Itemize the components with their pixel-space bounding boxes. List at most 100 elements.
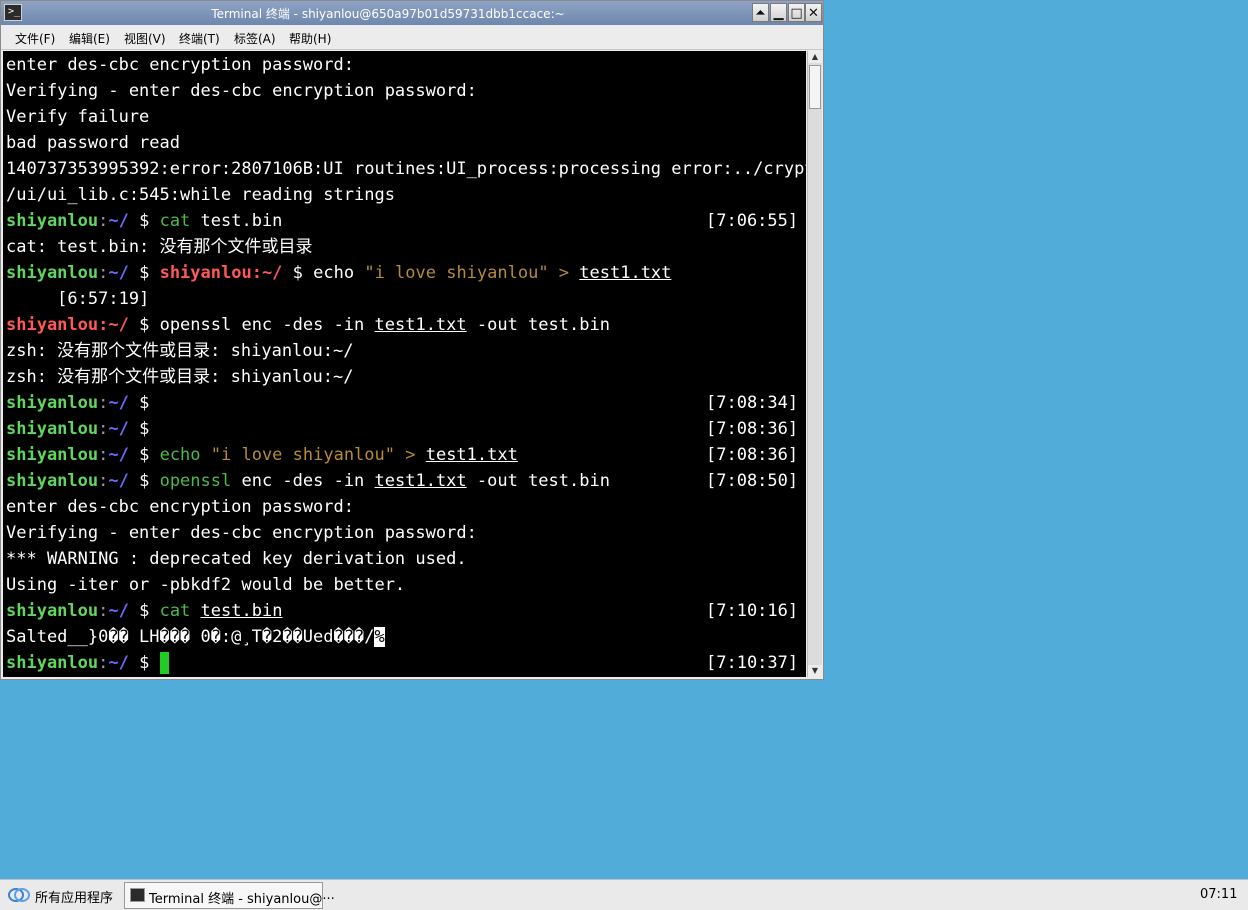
prompt-dollar: $ [128, 471, 160, 491]
command: openssl enc -des -in [159, 315, 375, 335]
menu-edit[interactable]: 编辑(E) [69, 30, 110, 47]
prompt-colon: : [98, 419, 109, 439]
prompt-line: shiyanlou:~/ $ cat test.bin [6, 598, 282, 624]
binary-output: Salted__}0�� LH��� 0�:@¸T�2��Ued���/ [6, 627, 375, 647]
terminal-output[interactable]: enter des-cbc encryption password: Verif… [3, 51, 806, 677]
prompt-line: shiyanlou:~/ $ [6, 390, 160, 416]
maximize-button[interactable]: □ [788, 3, 805, 22]
prompt-line: shiyanlou:~/ $ openssl enc -des -in test… [6, 312, 610, 338]
scroll-down-icon[interactable]: ▼ [808, 665, 822, 677]
scroll-up-icon[interactable]: ▲ [808, 51, 822, 63]
string-arg: "i love shiyanlou" [200, 445, 395, 465]
prompt-user: shiyanlou [6, 211, 99, 231]
close-button[interactable]: ✕ [805, 3, 822, 22]
timestamp: [7:08:50] [706, 471, 799, 491]
output-line: enter des-cbc encryption password: [6, 497, 354, 517]
prompt-line: shiyanlou:~/ $ shiyanlou:~/ $ echo "i lo… [6, 260, 671, 286]
prompt-dollar: $ [128, 211, 160, 231]
output-line: Verifying - enter des-cbc encryption pas… [6, 523, 477, 543]
output-line: Salted__}0�� LH��� 0�:@¸T�2��Ued���/% [6, 624, 385, 650]
prompt-path: ~/ [108, 471, 129, 491]
file-arg: test.bin [200, 601, 283, 621]
output-line: cat: test.bin: 没有那个文件或目录 [6, 237, 313, 257]
command: cat [159, 211, 191, 231]
timestamp: [7:08:36] [706, 445, 799, 465]
prompt-dollar: $ [128, 315, 160, 335]
menu-view[interactable]: 视图(V) [124, 30, 166, 47]
command-arg: test.bin [190, 211, 283, 231]
scroll-thumb[interactable] [809, 65, 821, 109]
output-line: bad password read [6, 133, 180, 153]
apps-icon [8, 888, 30, 902]
prompt-dollar: $ [128, 601, 160, 621]
clock: 07:11 [1200, 887, 1238, 902]
command: echo [313, 263, 365, 283]
apps-menu-label: 所有应用程序 [35, 891, 114, 906]
prompt-line: shiyanlou:~/ $ openssl enc -des -in test… [6, 468, 610, 494]
menu-bar: 文件(F) 编辑(E) 视图(V) 终端(T) 标签(A) 帮助(H) [1, 25, 823, 50]
prompt-user: shiyanlou [6, 653, 99, 673]
taskbar: 所有应用程序 Terminal 终端 - shiyanlou@··· 07:11 [0, 879, 1248, 910]
prompt-colon: : [98, 471, 109, 491]
prompt-path: ~/ [108, 211, 129, 231]
terminal-icon [130, 888, 145, 902]
output-line: zsh: 没有那个文件或目录: shiyanlou:~/ [6, 367, 354, 387]
file-arg: test1.txt [374, 315, 467, 335]
prompt-dollar: $ [128, 419, 160, 439]
prompt-colon: : [98, 263, 109, 283]
prompt-path: ~/ [108, 601, 129, 621]
prompt-line: shiyanlou:~/ $ echo "i love shiyanlou" >… [6, 442, 518, 468]
prompt-path: ~/ [108, 419, 129, 439]
vertical-scrollbar[interactable]: ▲ ▼ [807, 51, 822, 677]
error-path: :~/ [251, 263, 283, 283]
timestamp: [7:08:36] [706, 419, 799, 439]
prompt-path: ~/ [108, 393, 129, 413]
prompt-user: shiyanlou [6, 393, 99, 413]
output-line: Verifying - enter des-cbc encryption pas… [6, 81, 477, 101]
menu-file[interactable]: 文件(F) [15, 30, 55, 47]
output-line: enter des-cbc encryption password: [6, 55, 354, 75]
menu-help[interactable]: 帮助(H) [289, 30, 331, 47]
prompt-colon: : [98, 445, 109, 465]
minimize-button[interactable]: ▁ [770, 3, 787, 22]
command: openssl [159, 471, 232, 491]
output-line: *** WARNING : deprecated key derivation … [6, 549, 467, 569]
prompt-colon: : [98, 211, 109, 231]
string-arg: "i love shiyanlou" [364, 263, 549, 283]
prompt-dollar: $ [128, 263, 160, 283]
title-bar[interactable]: >_ Terminal 终端 - shiyanlou@650a97b01d597… [1, 1, 823, 25]
terminal-window: >_ Terminal 终端 - shiyanlou@650a97b01d597… [0, 0, 824, 680]
prompt-colon: : [98, 601, 109, 621]
menu-tabs[interactable]: 标签(A) [234, 30, 276, 47]
command: echo [159, 445, 201, 465]
timestamp: [7:10:37] [706, 653, 799, 673]
prompt-path: ~/ [108, 653, 129, 673]
prompt-path: ~/ [108, 445, 129, 465]
command: cat [159, 601, 191, 621]
taskbar-terminal-button[interactable]: Terminal 终端 - shiyanlou@··· [124, 882, 335, 909]
redirect: > [395, 445, 426, 465]
prompt-line: shiyanlou:~/ $ [6, 416, 160, 442]
output-line: zsh: 没有那个文件或目录: shiyanlou:~/ [6, 341, 354, 361]
output-line: 140737353995392:error:2807106B:UI routin… [6, 159, 806, 179]
timestamp: [7:08:34] [706, 393, 799, 413]
menu-terminal[interactable]: 终端(T) [179, 30, 220, 47]
no-newline-marker: % [374, 627, 385, 647]
shade-button[interactable]: ⏶ [752, 3, 769, 22]
error-user: shiyanlou [159, 263, 252, 283]
timestamp: [7:06:55] [706, 211, 799, 231]
output-line: /ui/ui_lib.c:545:while reading strings [6, 185, 395, 205]
prompt-path: ~/ [108, 263, 129, 283]
file-arg: test1.txt [579, 263, 672, 283]
prompt-dollar: $ [128, 393, 160, 413]
text-cursor[interactable] [159, 652, 169, 674]
prompt-line: shiyanlou:~/ $ [6, 650, 169, 676]
window-title: Terminal 终端 - shiyanlou@650a97b01d59731d… [211, 7, 565, 21]
prompt-colon: : [98, 653, 109, 673]
prompt-colon: : [98, 393, 109, 413]
redirect: > [548, 263, 580, 283]
timestamp: [7:10:16] [706, 601, 799, 621]
prompt-user: shiyanlou [6, 471, 99, 491]
taskbar-terminal-label: Terminal 终端 - shiyanlou@··· [149, 892, 335, 907]
prompt-user: shiyanlou [6, 263, 99, 283]
